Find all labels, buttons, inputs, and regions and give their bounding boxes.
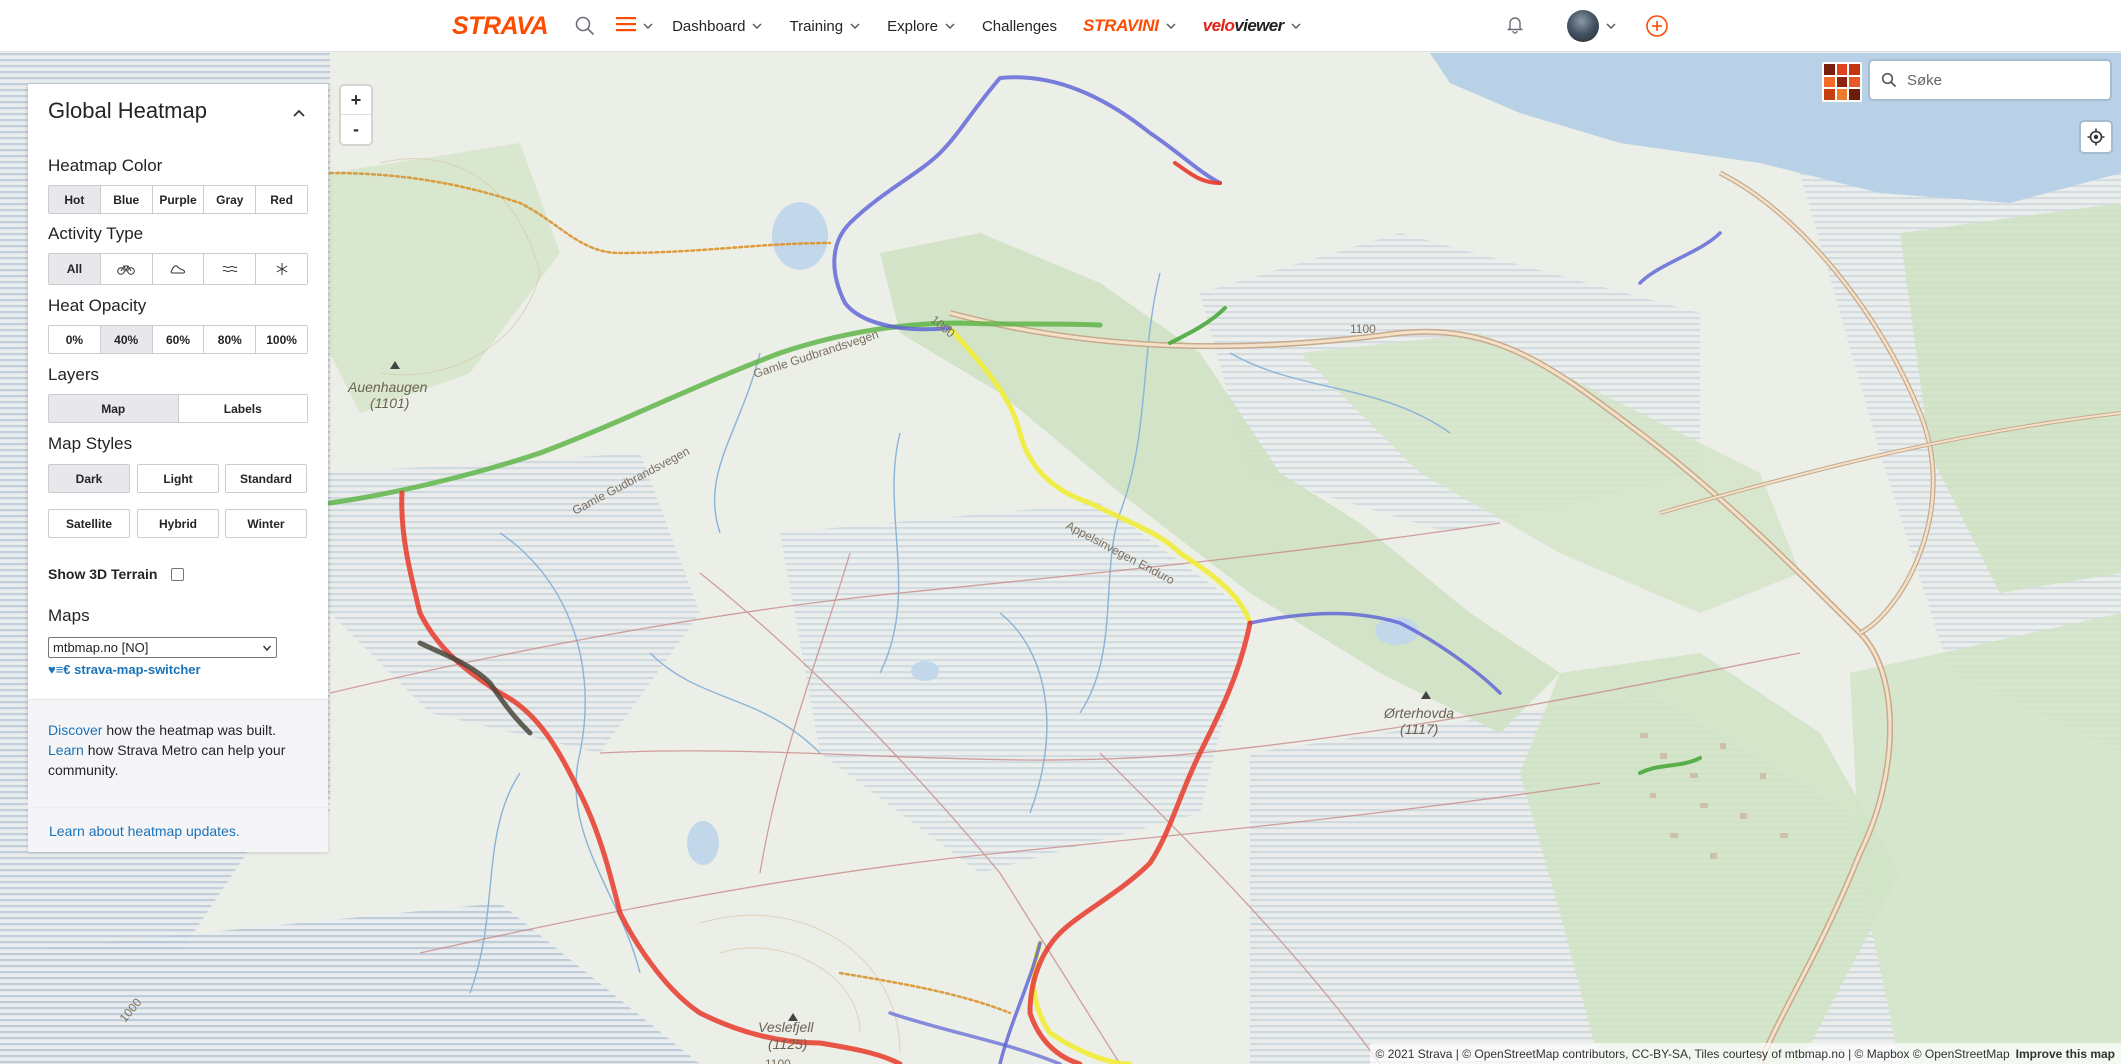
color-red-button[interactable]: Red — [256, 186, 307, 213]
color-gray-button[interactable]: Gray — [204, 186, 257, 213]
chevron-down-icon — [643, 23, 653, 29]
geolocate-button[interactable] — [2081, 122, 2111, 152]
forest-area — [1850, 613, 2121, 1064]
run-shoe-icon — [170, 265, 185, 274]
peak-elevation-auenhaugen: (1101) — [370, 395, 409, 411]
veloviewer-menu[interactable]: velo viewer — [1203, 16, 1302, 36]
search-icon[interactable] — [572, 13, 598, 39]
chevron-down-icon — [1291, 23, 1301, 29]
chevron-down-icon — [850, 23, 860, 29]
heatmap-info: Discover how the heatmap was built. Lear… — [28, 699, 328, 809]
heatmap-color-label: Heatmap Color — [48, 156, 163, 175]
terrain-toggle-row: Show 3D Terrain — [48, 566, 185, 582]
map-attribution: © 2021 Strava | © OpenStreetMap contribu… — [1369, 1043, 2121, 1064]
chevron-down-icon[interactable] — [1605, 20, 1617, 32]
style-standard-button[interactable]: Standard — [225, 464, 307, 493]
activity-bike-button[interactable] — [100, 254, 153, 284]
peak-elevation-orterhovda: (1117) — [1400, 721, 1438, 737]
contour-label: 1100 — [765, 1057, 791, 1064]
snowflake-icon — [276, 263, 288, 275]
top-navigation: STRAVA Dashboard Training Explore Challe… — [0, 0, 2121, 52]
map-switcher-link[interactable]: ♥≡€ strava-map-switcher — [48, 662, 201, 677]
nav-training[interactable]: Training — [789, 18, 861, 35]
strava-logo[interactable]: STRAVA — [452, 12, 549, 41]
chevron-down-icon — [945, 23, 955, 29]
panel-title: Global Heatmap — [48, 98, 207, 123]
crosshair-locate-icon — [2087, 128, 2105, 146]
opacity-100-button[interactable]: 100% — [256, 326, 307, 353]
nav-challenges[interactable]: Challenges — [982, 18, 1057, 35]
color-purple-button[interactable]: Purple — [152, 186, 205, 213]
discover-link[interactable]: Discover — [48, 722, 102, 738]
peak-label-veslefjell: Veslefjell — [758, 1019, 814, 1035]
lake — [772, 202, 828, 270]
heatmap-style-swatch-icon[interactable] — [1822, 62, 1862, 102]
maps-label: Maps — [48, 606, 90, 625]
color-blue-button[interactable]: Blue — [100, 186, 153, 213]
heat-opacity-label: Heat Opacity — [48, 296, 147, 315]
opacity-40-button[interactable]: 40% — [100, 326, 153, 353]
activity-type-label: Activity Type — [48, 224, 144, 243]
chevron-down-icon — [1166, 23, 1176, 29]
heatmap-updates-link[interactable]: Learn about heatmap updates. — [28, 808, 328, 852]
color-hot-button[interactable]: Hot — [49, 186, 101, 213]
heatmap-color-group: Hot Blue Purple Gray Red — [48, 185, 308, 214]
chevron-down-icon — [752, 23, 762, 29]
notifications-bell-icon[interactable] — [1505, 14, 1525, 39]
style-satellite-button[interactable]: Satellite — [48, 509, 130, 538]
contour-label: 1100 — [1350, 322, 1376, 336]
activity-water-button[interactable] — [204, 254, 257, 284]
opacity-60-button[interactable]: 60% — [152, 326, 205, 353]
chevron-down-icon — [262, 645, 272, 652]
peak-label-orterhovda: Ørterhovda — [1383, 705, 1454, 721]
activity-type-group: All — [48, 253, 308, 285]
map-search-input[interactable] — [1907, 71, 2087, 89]
learn-link[interactable]: Learn — [48, 742, 84, 758]
improve-map-link[interactable]: Improve this map — [2016, 1047, 2115, 1061]
peak-label-auenhaugen: Auenhaugen — [347, 379, 428, 395]
search-icon — [1881, 72, 1897, 88]
heatmap-control-panel: Global Heatmap Heatmap Color Hot Blue Pu… — [28, 84, 328, 809]
style-dark-button[interactable]: Dark — [48, 464, 130, 493]
style-light-button[interactable]: Light — [137, 464, 219, 493]
hamburger-icon — [616, 16, 637, 37]
map-search-box[interactable] — [1870, 61, 2110, 99]
activity-all-button[interactable]: All — [49, 254, 101, 284]
opacity-80-button[interactable]: 80% — [204, 326, 257, 353]
bike-icon — [117, 265, 135, 275]
stravini-menu[interactable]: STRAVINI — [1083, 16, 1177, 36]
water-waves-icon — [222, 265, 238, 273]
activity-winter-button[interactable] — [256, 254, 307, 284]
layers-group: Map Labels — [48, 394, 308, 423]
nav-explore[interactable]: Explore — [887, 18, 956, 35]
map-styles-label: Map Styles — [48, 434, 133, 453]
upload-plus-icon[interactable] — [1645, 14, 1669, 38]
layer-map-button[interactable]: Map — [49, 395, 179, 422]
terrain-label: Show 3D Terrain — [48, 566, 158, 582]
hamburger-menu[interactable] — [616, 16, 654, 37]
lake — [911, 661, 939, 681]
style-winter-button[interactable]: Winter — [225, 509, 307, 538]
terrain-checkbox[interactable] — [171, 567, 185, 581]
map-source-select[interactable]: mtbmap.no [NO] — [48, 637, 277, 658]
layers-label: Layers — [48, 365, 100, 384]
zoom-out-button[interactable]: - — [341, 115, 371, 144]
layer-labels-button[interactable]: Labels — [178, 395, 307, 422]
style-hybrid-button[interactable]: Hybrid — [137, 509, 219, 538]
peak-elevation-veslefjell: (1125) — [768, 1036, 807, 1052]
zoom-control: + - — [341, 86, 371, 144]
nav-dashboard[interactable]: Dashboard — [672, 18, 763, 35]
chevron-up-icon[interactable] — [292, 106, 306, 120]
opacity-0-button[interactable]: 0% — [49, 326, 101, 353]
user-avatar[interactable] — [1567, 10, 1599, 42]
lake — [687, 821, 719, 865]
activity-run-button[interactable] — [152, 254, 205, 284]
zoom-in-button[interactable]: + — [341, 86, 371, 115]
heat-opacity-group: 0% 40% 60% 80% 100% — [48, 325, 308, 354]
